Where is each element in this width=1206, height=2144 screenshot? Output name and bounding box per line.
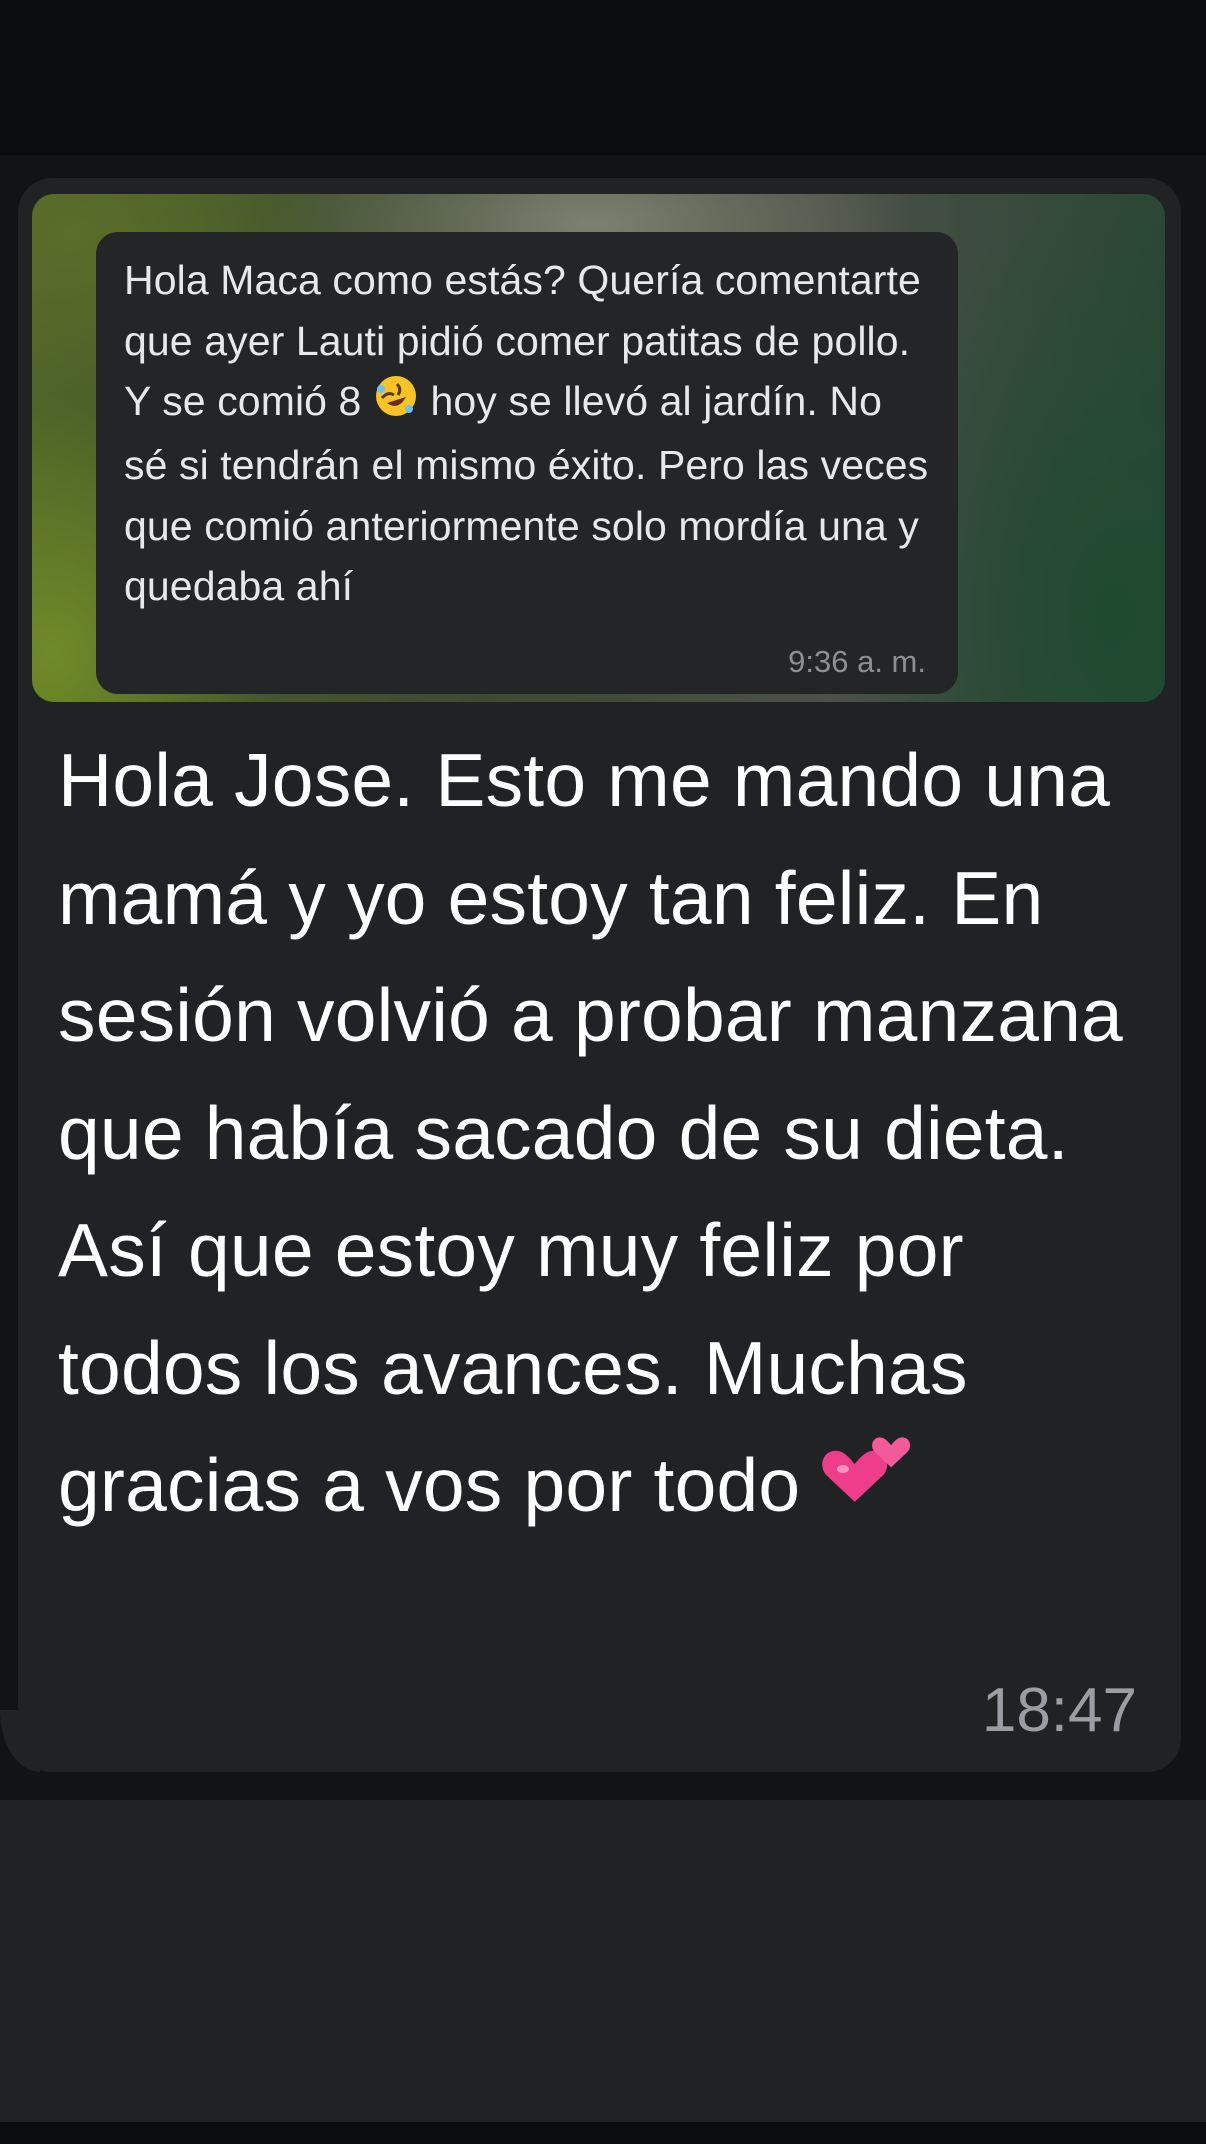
- two-hearts-icon: [822, 1437, 911, 1503]
- reply-message-timestamp: 18:47: [981, 1676, 1137, 1745]
- laughing-emoji-icon: [375, 375, 416, 416]
- quoted-message-text: Hola Maca como estás? Quería comentarte …: [124, 250, 930, 617]
- two-hearts-emoji-icon: [821, 1429, 913, 1553]
- image-attachment-background[interactable]: Hola Maca como estás? Quería comentarte …: [32, 194, 1165, 702]
- reply-text: Hola Jose. Esto me mando una mamá y yo e…: [58, 738, 1123, 1527]
- quoted-message-timestamp: 9:36 a. m.: [788, 644, 926, 679]
- reply-message-text: Hola Jose. Esto me mando una mamá y yo e…: [58, 722, 1158, 1553]
- rolling-on-floor-laughing-emoji-icon: [373, 373, 419, 436]
- screen: Hola Maca como estás? Quería comentarte …: [0, 0, 1206, 2144]
- message-bubble[interactable]: Hola Maca como estás? Quería comentarte …: [18, 178, 1181, 1772]
- input-area-background: [0, 1800, 1206, 2122]
- quoted-message-screenshot: Hola Maca como estás? Quería comentarte …: [96, 232, 958, 694]
